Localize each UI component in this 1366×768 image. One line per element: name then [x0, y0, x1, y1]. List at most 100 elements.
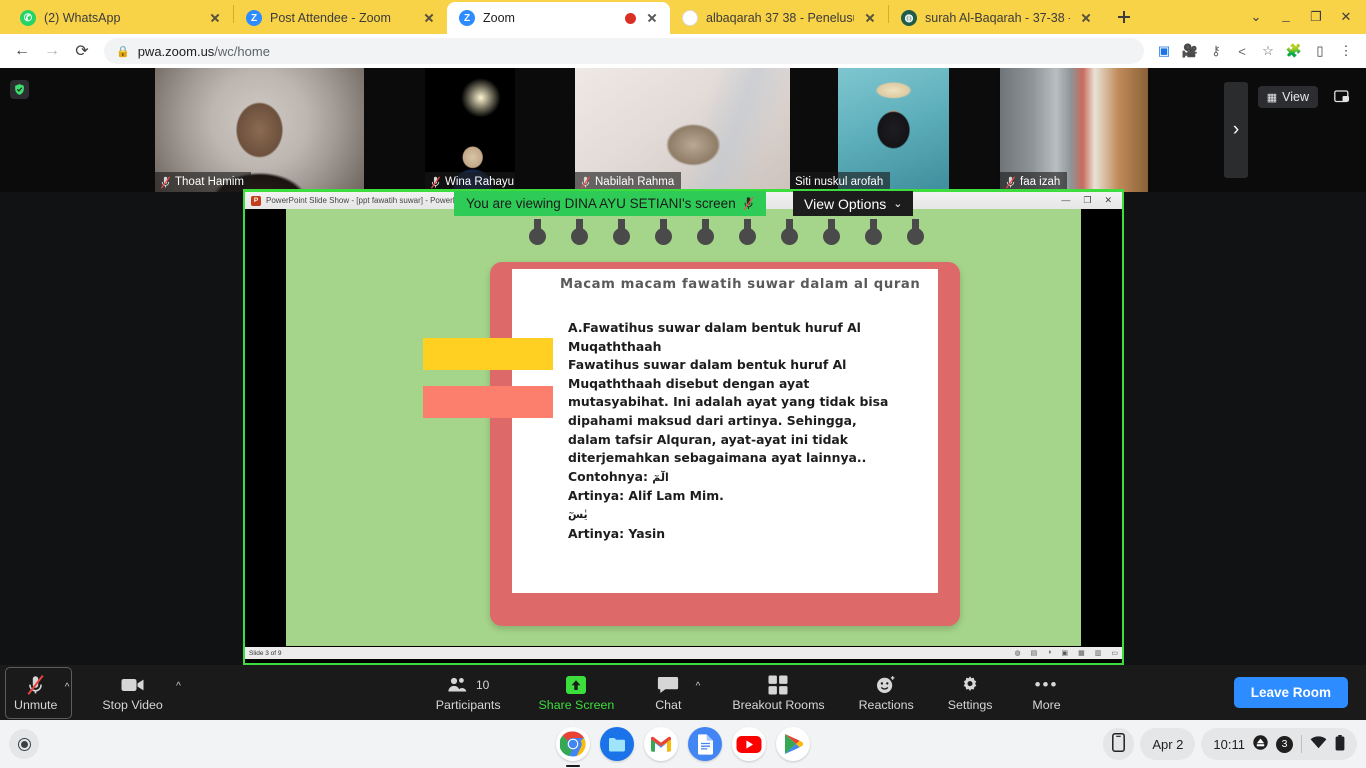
video-tile-thoat-hamim[interactable]: Thoat Hamim — [155, 68, 364, 192]
reactions-icon — [875, 674, 897, 696]
battery-icon — [1335, 734, 1345, 754]
mic-muted-icon — [580, 176, 591, 188]
bookmark-star-icon[interactable]: ☆ — [1256, 39, 1280, 63]
chrome-menu-icon[interactable]: ⋮ — [1334, 39, 1358, 63]
notebook-spiral-binding — [529, 219, 934, 249]
view-button[interactable]: ▦ View — [1257, 86, 1318, 108]
mic-muted-icon — [26, 674, 45, 696]
phone-hub-button[interactable] — [1103, 728, 1135, 760]
shield-check-icon[interactable] — [10, 80, 29, 99]
stop-video-button[interactable]: Stop Video ^ — [94, 667, 182, 719]
docs-icon[interactable] — [688, 727, 722, 761]
video-tile-siti-nuskul-arofah[interactable]: Siti nuskul arofah — [790, 68, 997, 192]
normal-view-icon[interactable]: ▣ — [1062, 649, 1069, 657]
sorter-view-icon[interactable]: ▦ — [1078, 649, 1085, 657]
launcher-icon[interactable] — [9, 729, 39, 759]
browser-tab-zoom-active[interactable]: Z Zoom — [447, 2, 670, 34]
view-options-button[interactable]: View Options ⌄ — [793, 191, 914, 216]
close-icon[interactable] — [862, 10, 878, 26]
chat-button[interactable]: Chat ^ — [644, 667, 700, 719]
toolbar-icon-group: ▣ 🎥 ⚷ < ☆ 🧩 ▯ ⋮ — [1152, 39, 1358, 63]
close-icon[interactable]: ✕ — [1104, 195, 1112, 206]
zoom-icon: Z — [246, 10, 262, 26]
slide-line: diterjemahkan sebagaimana ayat lainnya.. — [568, 450, 867, 466]
participant-name: Wina Rahayu — [445, 176, 515, 188]
reactions-button[interactable]: Reactions — [851, 667, 922, 719]
password-key-icon[interactable]: ⚷ — [1204, 39, 1228, 63]
popout-window-icon[interactable] — [1330, 86, 1354, 108]
leave-room-button[interactable]: Leave Room — [1233, 677, 1348, 708]
browser-tab-whatsapp[interactable]: ✆ (2) WhatsApp — [8, 2, 233, 34]
breakout-rooms-button[interactable]: Breakout Rooms — [724, 667, 832, 719]
google-icon: G — [682, 10, 698, 26]
new-tab-button[interactable] — [1110, 3, 1138, 31]
close-icon[interactable] — [644, 10, 660, 26]
zoom-icon: Z — [459, 10, 475, 26]
browser-tab-surah-albaqarah[interactable]: ◍ surah Al-Baqarah - 37-38 - Qur — [889, 2, 1104, 34]
chat-bubble-icon — [657, 674, 679, 696]
chevron-up-icon[interactable]: ^ — [65, 682, 70, 693]
slide-example-label: Contohnya: — [568, 468, 648, 484]
browser-tab-albaqarah-search[interactable]: G albaqarah 37 38 - Penelusuran — [670, 2, 888, 34]
files-icon[interactable] — [600, 727, 634, 761]
restore-icon[interactable]: ❐ — [1083, 195, 1091, 206]
gmail-icon[interactable] — [644, 727, 678, 761]
zoom-pwa-icon[interactable]: ▣ — [1152, 39, 1176, 63]
reading-view-icon[interactable]: ▥ — [1095, 649, 1102, 657]
reactions-label: Reactions — [858, 697, 914, 712]
chevron-up-icon[interactable]: ^ — [176, 681, 181, 692]
notes-icon[interactable]: ▤ — [1031, 649, 1038, 657]
display-settings-icon[interactable]: ◑ — [1047, 649, 1051, 657]
forward-arrow-icon[interactable]: → — [38, 37, 66, 65]
video-capture-icon[interactable]: 🎥 — [1178, 39, 1202, 63]
settings-label: Settings — [947, 697, 993, 712]
participant-name: Siti nuskul arofah — [795, 176, 884, 188]
side-panel-icon[interactable]: ▯ — [1308, 39, 1332, 63]
close-icon[interactable] — [1078, 10, 1094, 26]
accessibility-icon[interactable]: ◍ — [1015, 649, 1021, 657]
tab-search-chevron-icon[interactable]: ⌄ — [1242, 4, 1270, 30]
date-tray-button[interactable]: Apr 2 — [1140, 728, 1196, 760]
browser-tab-post-attendee[interactable]: Z Post Attendee - Zoom — [234, 2, 447, 34]
settings-button[interactable]: Settings — [940, 667, 1001, 719]
mic-muted-icon — [1005, 176, 1016, 188]
status-tray-button[interactable]: 10:11 3 — [1201, 728, 1357, 760]
reload-icon[interactable]: ⟳ — [68, 37, 96, 65]
video-tile-wina-rahayu[interactable]: Wina Rahayu — [425, 68, 515, 192]
chromeos-shelf: Apr 2 10:11 3 — [0, 720, 1366, 768]
powerpoint-slide[interactable]: Macam macam fawatih suwar dalam al quran… — [286, 209, 1081, 646]
browser-toolbar: ← → ⟳ 🔒 pwa.zoom.us/wc/home ▣ 🎥 ⚷ < ☆ 🧩 … — [0, 34, 1366, 68]
youtube-icon[interactable] — [732, 727, 766, 761]
back-arrow-icon[interactable]: ← — [8, 37, 36, 65]
mic-muted-icon — [430, 176, 441, 188]
unmute-button[interactable]: Unmute ^ — [5, 666, 73, 719]
slide-line: A.Fawatihus suwar dalam bentuk huruf Al — [568, 320, 861, 335]
shelf-app-list — [556, 727, 810, 767]
maximize-icon[interactable]: ❐ — [1302, 4, 1330, 30]
participants-button[interactable]: 10 Participants — [428, 667, 509, 719]
video-tile-nabilah-rahma[interactable]: Nabilah Rahma — [575, 68, 790, 192]
slideshow-icon[interactable]: ▭ — [1111, 649, 1118, 657]
tray-time: 10:11 — [1213, 736, 1245, 752]
zoom-meeting-toolbar: Unmute ^ Stop Video ^ 10 Participants Sh… — [0, 665, 1366, 720]
share-icon[interactable]: < — [1230, 39, 1254, 63]
close-icon[interactable] — [207, 10, 223, 26]
chevron-right-icon[interactable]: › — [1224, 82, 1248, 178]
address-bar[interactable]: 🔒 pwa.zoom.us/wc/home — [104, 38, 1144, 64]
extensions-puzzle-icon[interactable]: 🧩 — [1282, 39, 1306, 63]
more-button[interactable]: ••• More — [1019, 667, 1075, 719]
close-icon[interactable] — [421, 10, 437, 26]
play-store-icon[interactable] — [776, 727, 810, 761]
video-strip-controls: › ▦ View — [1148, 68, 1366, 192]
upload-status-icon — [1253, 735, 1268, 753]
share-screen-button[interactable]: Share Screen — [531, 667, 623, 719]
video-tile-faa-izah[interactable]: faa izah — [1000, 68, 1148, 192]
chrome-icon[interactable] — [556, 727, 590, 767]
slide-line: Muqaththaah disebut dengan ayat — [568, 375, 810, 391]
minimize-icon[interactable]: ― — [1061, 195, 1070, 206]
chevron-up-icon[interactable]: ^ — [696, 681, 701, 692]
close-window-icon[interactable]: ✕ — [1332, 4, 1360, 30]
breakout-rooms-label: Breakout Rooms — [732, 697, 825, 712]
url-text: pwa.zoom.us/wc/home — [137, 43, 270, 59]
minimize-icon[interactable]: ﹘ — [1272, 4, 1300, 30]
